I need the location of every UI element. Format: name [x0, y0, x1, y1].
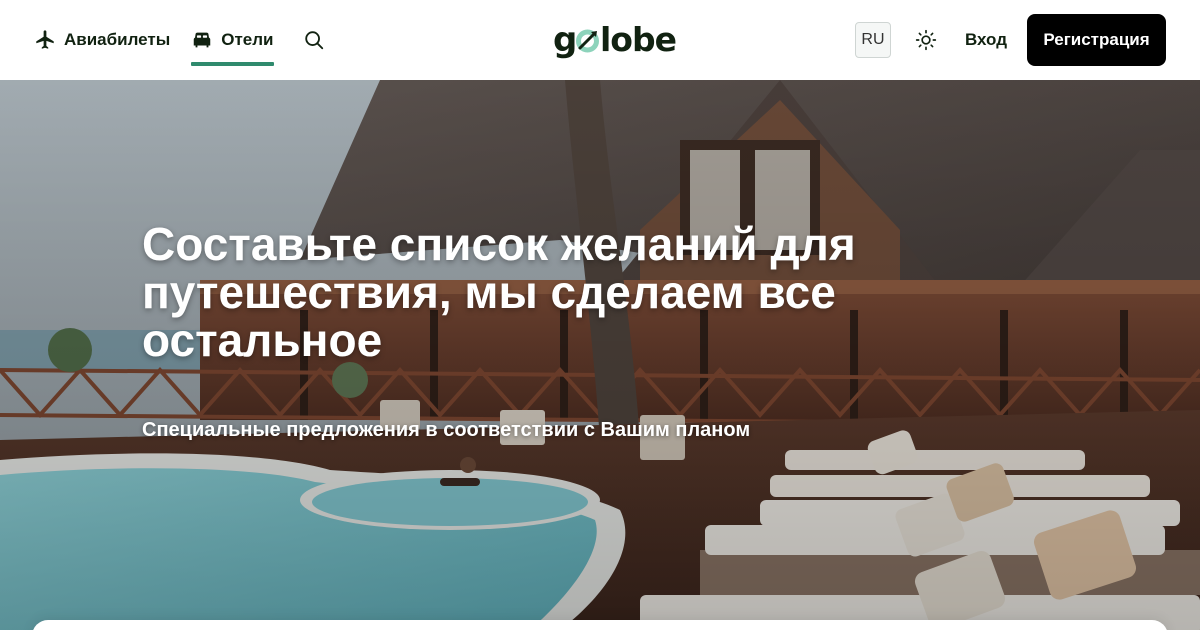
hero-section: Составьте список желаний для путешествия… — [0, 80, 1200, 630]
nav-flights-label: Авиабилеты — [64, 30, 171, 49]
main-nav: Авиабилеты Отели — [34, 0, 326, 80]
nav-flights[interactable]: Авиабилеты — [34, 0, 170, 80]
nav-hotels-label: Отели — [221, 30, 274, 49]
search-button[interactable] — [302, 28, 326, 52]
logo-suffix: lobe — [600, 20, 677, 59]
header-actions: RU Вход Регистрация — [854, 14, 1166, 66]
bed-icon — [191, 29, 213, 51]
search-icon — [303, 29, 325, 51]
hero-title: Составьте список желаний для путешествия… — [142, 218, 856, 366]
airplane-icon — [34, 29, 56, 51]
site-logo[interactable]: g golobe lobe — [553, 18, 677, 62]
svg-text:g: g — [553, 20, 577, 60]
language-switcher[interactable]: RU — [854, 22, 891, 58]
signup-button[interactable]: Регистрация — [1027, 14, 1166, 66]
site-header: Авиабилеты Отели g lobe RU Вход Регистра… — [0, 0, 1200, 80]
nav-hotels[interactable]: Отели — [191, 0, 274, 80]
hero-subtitle: Специальные предложения в соответствии с… — [142, 419, 751, 441]
sun-icon — [915, 29, 937, 51]
login-link[interactable]: Вход — [965, 30, 1007, 50]
theme-toggle[interactable] — [913, 27, 939, 53]
search-card — [32, 620, 1168, 630]
